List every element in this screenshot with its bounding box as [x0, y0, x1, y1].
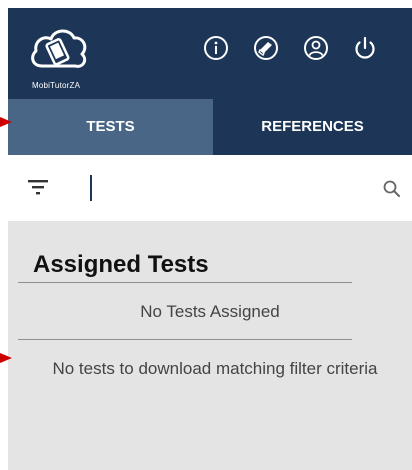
search-icon[interactable]: [382, 179, 402, 199]
profile-icon[interactable]: [301, 33, 331, 63]
book-icon[interactable]: [251, 33, 281, 63]
info-icon[interactable]: [201, 33, 231, 63]
divider: [18, 282, 352, 283]
divider: [18, 339, 352, 340]
app-header: MobiTutorZA: [8, 8, 412, 99]
logo-text: MobiTutorZA: [32, 81, 81, 90]
no-tests-assigned-message: No Tests Assigned: [140, 302, 280, 321]
power-icon[interactable]: [350, 33, 380, 63]
tests-content: Assigned Tests No Tests Assigned No test…: [8, 221, 412, 470]
text-cursor: [90, 175, 92, 201]
assigned-tests-heading: Assigned Tests: [33, 251, 209, 278]
tab-bar: TESTS REFERENCES: [8, 99, 412, 155]
filter-icon[interactable]: [26, 175, 50, 199]
cloud-phone-icon: [31, 29, 87, 68]
annotation-arrow-icon: [0, 117, 12, 127]
app-logo: MobiTutorZA: [28, 22, 96, 94]
no-download-tests-message: No tests to download matching filter cri…: [52, 359, 378, 378]
annotation-arrow-icon: [0, 353, 12, 363]
tab-tests[interactable]: TESTS: [8, 99, 213, 155]
tab-references[interactable]: REFERENCES: [213, 99, 412, 155]
search-bar: [8, 155, 412, 221]
search-input[interactable]: [88, 173, 368, 203]
